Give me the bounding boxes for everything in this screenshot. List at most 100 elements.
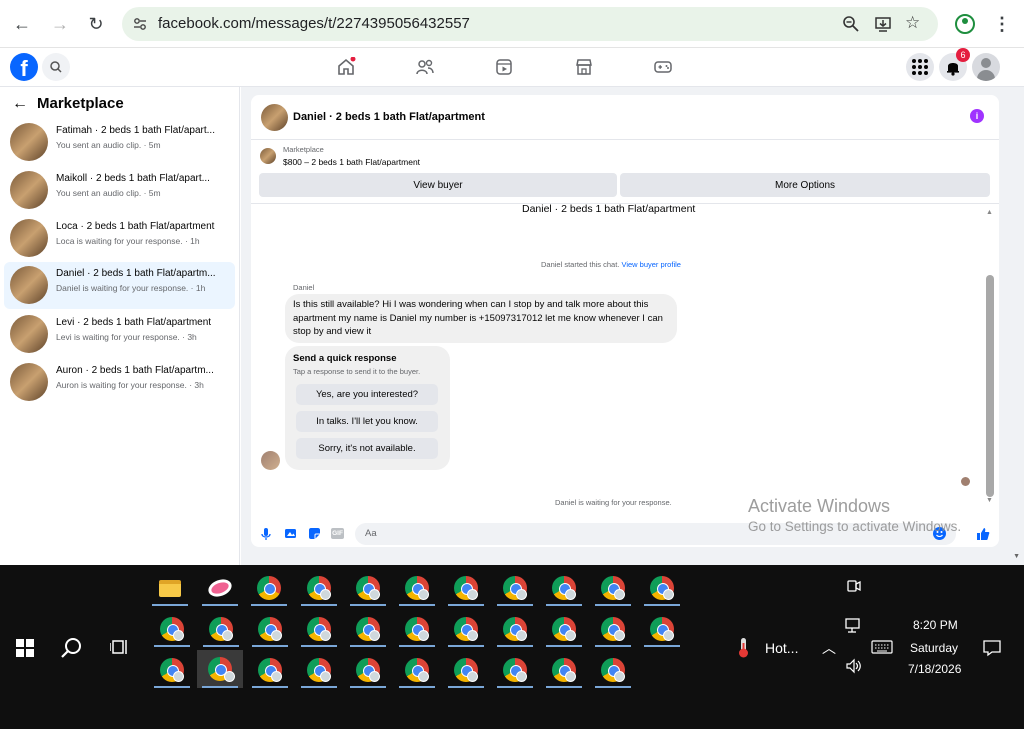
chrome-profile-icon[interactable] xyxy=(299,652,339,688)
snipping-tool-icon[interactable] xyxy=(200,570,240,606)
chrome-profile-icon[interactable] xyxy=(397,570,437,606)
file-explorer-icon[interactable] xyxy=(150,570,190,606)
account-avatar[interactable] xyxy=(972,53,1000,81)
chrome-profile-icon[interactable] xyxy=(152,652,192,688)
chrome-profile-icon[interactable] xyxy=(642,611,682,647)
chrome-profile-icon[interactable] xyxy=(348,570,388,606)
chrome-profile-icon[interactable] xyxy=(495,652,535,688)
search-icon[interactable] xyxy=(61,637,83,664)
clock-date[interactable]: 7/18/2026 xyxy=(908,662,961,676)
chrome-profile-icon[interactable] xyxy=(495,611,535,647)
microphone-icon[interactable] xyxy=(260,527,272,544)
chrome-profile-icon[interactable] xyxy=(544,570,584,606)
view-buyer-profile-link[interactable]: View buyer profile xyxy=(621,260,680,269)
facebook-logo-icon[interactable]: f xyxy=(10,53,38,81)
chrome-icon[interactable] xyxy=(249,570,289,606)
weather-text[interactable]: Hot... xyxy=(765,640,798,656)
friends-icon[interactable] xyxy=(415,57,435,82)
keyboard-icon[interactable] xyxy=(871,640,893,659)
listing-thumbnail xyxy=(260,148,276,164)
quick-response-button[interactable]: Sorry, it's not available. xyxy=(296,438,438,459)
chrome-profile-icon[interactable] xyxy=(250,652,290,688)
gaming-icon[interactable] xyxy=(653,57,673,82)
conversation-subtitle: Daniel is waiting for your response. · 1… xyxy=(56,283,206,293)
chrome-profile-icon[interactable] xyxy=(593,652,633,688)
conversation-item[interactable]: Maikoll · 2 beds 1 bath Flat/apart... Yo… xyxy=(4,167,235,214)
view-buyer-button[interactable]: View buyer xyxy=(259,173,617,197)
gif-icon[interactable]: GIF xyxy=(331,528,344,539)
conversation-item[interactable]: Loca · 2 beds 1 bath Flat/apartment Loca… xyxy=(4,215,235,262)
scrollbar-thumb[interactable] xyxy=(986,275,994,497)
notification-count-badge: 6 xyxy=(956,48,970,62)
back-arrow-icon[interactable]: ← xyxy=(10,12,34,36)
bookmark-star-icon[interactable]: ☆ xyxy=(905,13,920,33)
photo-icon[interactable] xyxy=(284,527,297,545)
chrome-profile-icon[interactable] xyxy=(348,652,388,688)
notifications-bell-icon[interactable]: 6 xyxy=(939,48,970,81)
browser-menu-icon[interactable]: ⋮ xyxy=(990,12,1014,36)
site-settings-icon[interactable] xyxy=(132,16,148,32)
chrome-profile-icon[interactable] xyxy=(642,570,682,606)
sticker-icon[interactable] xyxy=(308,527,321,545)
chrome-profile-icon[interactable] xyxy=(250,611,290,647)
chrome-profile-icon[interactable] xyxy=(397,611,437,647)
url-text[interactable]: facebook.com/messages/t/2274395056432557 xyxy=(158,15,470,32)
profile-icon[interactable] xyxy=(955,14,975,34)
clock-day[interactable]: Saturday xyxy=(910,641,958,655)
message-input[interactable]: Aa xyxy=(355,523,956,545)
chat-scrollbar[interactable]: ▲ ▼ xyxy=(985,209,995,509)
video-icon[interactable] xyxy=(494,57,514,82)
chrome-profile-icon[interactable] xyxy=(299,570,339,606)
chrome-profile-icon[interactable] xyxy=(446,570,486,606)
windows-start-icon[interactable] xyxy=(16,639,34,662)
conversation-item-active[interactable]: Daniel · 2 beds 1 bath Flat/apartm... Da… xyxy=(4,262,235,309)
chrome-profile-icon[interactable] xyxy=(593,570,633,606)
page-scroll-down-icon[interactable]: ▼ xyxy=(1013,553,1020,560)
chrome-profile-icon[interactable] xyxy=(299,611,339,647)
quick-response-button[interactable]: Yes, are you interested? xyxy=(296,384,438,405)
chrome-profile-icon[interactable] xyxy=(495,570,535,606)
chrome-profile-icon[interactable] xyxy=(446,611,486,647)
task-view-icon[interactable] xyxy=(109,638,130,661)
chrome-profile-icon[interactable] xyxy=(593,611,633,647)
home-icon[interactable] xyxy=(336,56,356,82)
more-options-button[interactable]: More Options xyxy=(620,173,990,197)
emoji-icon[interactable] xyxy=(933,527,946,540)
chat-header-title[interactable]: Daniel · 2 beds 1 bath Flat/apartment xyxy=(293,111,485,123)
meet-now-icon[interactable] xyxy=(846,578,862,599)
chrome-profile-icon[interactable] xyxy=(544,652,584,688)
install-app-icon[interactable] xyxy=(874,15,892,38)
forward-arrow-icon[interactable]: → xyxy=(48,12,72,36)
chrome-profile-icon[interactable] xyxy=(201,611,241,647)
thermometer-icon[interactable] xyxy=(733,637,753,664)
zoom-icon[interactable] xyxy=(842,15,860,38)
chrome-profile-icon[interactable] xyxy=(446,652,486,688)
search-icon[interactable] xyxy=(42,53,70,81)
chrome-profile-icon[interactable] xyxy=(397,652,437,688)
back-arrow-icon[interactable]: ← xyxy=(12,95,28,113)
like-thumb-icon[interactable] xyxy=(976,527,990,546)
action-center-icon[interactable] xyxy=(983,639,1001,662)
conversation-item[interactable]: Auron · 2 beds 1 bath Flat/apartm... Aur… xyxy=(4,359,235,406)
volume-icon[interactable] xyxy=(845,658,863,679)
network-icon[interactable] xyxy=(845,618,863,639)
chrome-profile-icon-active[interactable] xyxy=(197,650,243,688)
info-icon[interactable]: i xyxy=(970,109,984,123)
message-bubble[interactable]: Is this still available? Hi I was wonder… xyxy=(285,294,677,343)
listing-price[interactable]: $800 – 2 beds 1 bath Flat/apartment xyxy=(283,157,420,167)
marketplace-icon[interactable] xyxy=(574,57,594,82)
reload-icon[interactable]: ↻ xyxy=(84,12,108,36)
chrome-profile-icon[interactable] xyxy=(152,611,192,647)
clock-time[interactable]: 8:20 PM xyxy=(913,618,958,632)
conversation-item[interactable]: Fatimah · 2 beds 1 bath Flat/apart... Yo… xyxy=(4,119,235,166)
chrome-profile-icon[interactable] xyxy=(348,611,388,647)
listing-avatar[interactable] xyxy=(261,104,288,131)
sender-avatar[interactable] xyxy=(261,451,280,470)
conversation-item[interactable]: Levi · 2 beds 1 bath Flat/apartment Levi… xyxy=(4,311,235,358)
menu-grid-icon[interactable] xyxy=(906,53,934,81)
conversation-title: Levi · 2 beds 1 bath Flat/apartment xyxy=(56,317,212,328)
chrome-profile-icon[interactable] xyxy=(544,611,584,647)
chevron-up-icon[interactable]: ︿ xyxy=(822,638,836,658)
quick-response-button[interactable]: In talks. I'll let you know. xyxy=(296,411,438,432)
address-bar[interactable]: facebook.com/messages/t/2274395056432557… xyxy=(122,7,938,41)
